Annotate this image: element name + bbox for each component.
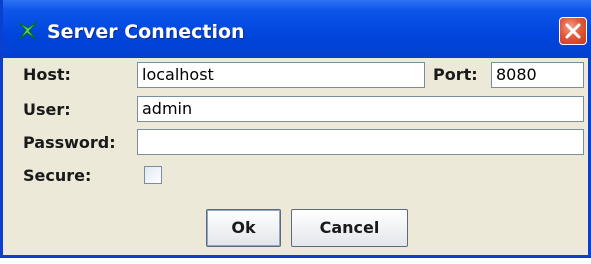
- cancel-button[interactable]: Cancel: [291, 209, 408, 247]
- secure-checkbox[interactable]: [144, 166, 162, 184]
- close-button[interactable]: [559, 17, 587, 45]
- secure-label: Secure:: [23, 166, 92, 185]
- port-label: Port:: [433, 65, 478, 84]
- port-input[interactable]: 8080: [491, 62, 584, 88]
- user-input[interactable]: admin: [137, 96, 584, 122]
- password-label: Password:: [23, 133, 116, 152]
- close-icon: [565, 23, 581, 39]
- dialog-window: Server Connection Host: localhost Port: …: [0, 0, 591, 258]
- host-input[interactable]: localhost: [137, 62, 425, 88]
- user-label: User:: [23, 100, 71, 119]
- window-title: Server Connection: [47, 21, 245, 43]
- title-bar[interactable]: Server Connection: [3, 0, 591, 58]
- password-input[interactable]: [137, 129, 584, 155]
- ok-button[interactable]: Ok: [206, 209, 281, 247]
- host-label: Host:: [23, 65, 71, 84]
- app-icon: [18, 21, 38, 40]
